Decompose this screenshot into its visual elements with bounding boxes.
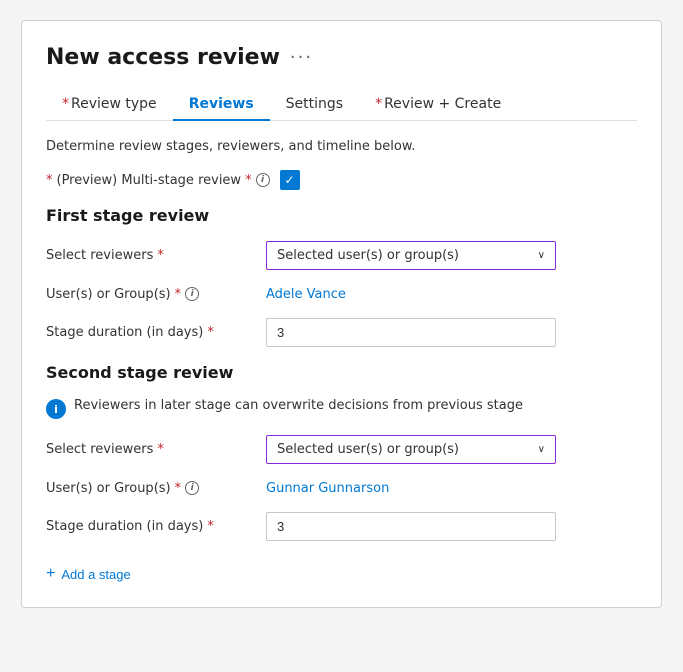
second-stage-select-reviewers-star: * bbox=[157, 442, 164, 457]
multi-stage-asterisk: * bbox=[245, 173, 252, 188]
first-stage-duration-label: Stage duration (in days) * bbox=[46, 325, 266, 340]
multi-stage-star: * bbox=[46, 173, 53, 188]
second-stage-users-groups-info-icon[interactable]: i bbox=[185, 481, 199, 495]
second-stage-select-reviewers-control: Selected user(s) or group(s) ∨ bbox=[266, 435, 637, 464]
second-stage-duration-input[interactable] bbox=[266, 512, 556, 541]
multi-stage-label: * (Preview) Multi-stage review * i bbox=[46, 173, 270, 188]
tabs-nav: *Review type Reviews Settings *Review + … bbox=[46, 88, 637, 121]
subtitle-text: Determine review stages, reviewers, and … bbox=[46, 139, 637, 154]
tab-review-type[interactable]: *Review type bbox=[46, 88, 173, 120]
page-title: New access review bbox=[46, 45, 280, 70]
first-stage-users-groups-row: User(s) or Group(s) * i Adele Vance bbox=[46, 286, 637, 302]
multi-stage-checkbox[interactable] bbox=[280, 170, 300, 190]
second-stage-reviewers-dropdown[interactable]: Selected user(s) or group(s) ∨ bbox=[266, 435, 556, 464]
tab-reviews[interactable]: Reviews bbox=[173, 88, 270, 120]
first-stage-select-reviewers-label: Select reviewers * bbox=[46, 248, 266, 263]
first-stage-duration-input[interactable] bbox=[266, 318, 556, 347]
first-stage-select-reviewers-star: * bbox=[157, 248, 164, 263]
first-stage-select-reviewers-control: Selected user(s) or group(s) ∨ bbox=[266, 241, 637, 270]
first-stage-reviewers-dropdown[interactable]: Selected user(s) or group(s) ∨ bbox=[266, 241, 556, 270]
second-stage-duration-label: Stage duration (in days) * bbox=[46, 519, 266, 534]
second-stage-info-banner: i Reviewers in later stage can overwrite… bbox=[46, 398, 637, 419]
second-stage-duration-star: * bbox=[207, 519, 214, 534]
first-stage-duration-control bbox=[266, 318, 637, 347]
second-stage-select-reviewers-row: Select reviewers * Selected user(s) or g… bbox=[46, 435, 637, 464]
first-stage-duration-star: * bbox=[207, 325, 214, 340]
add-stage-button[interactable]: + Add a stage bbox=[46, 565, 131, 583]
title-row: New access review ··· bbox=[46, 45, 637, 70]
second-stage-users-groups-row: User(s) or Group(s) * i Gunnar Gunnarson bbox=[46, 480, 637, 496]
first-stage-select-reviewers-row: Select reviewers * Selected user(s) or g… bbox=[46, 241, 637, 270]
first-stage-dropdown-arrow-icon: ∨ bbox=[538, 250, 545, 261]
multi-stage-info-icon[interactable]: i bbox=[256, 173, 270, 187]
first-stage-users-groups-label: User(s) or Group(s) * i bbox=[46, 287, 266, 302]
second-stage-duration-row: Stage duration (in days) * bbox=[46, 512, 637, 541]
first-stage-user-link[interactable]: Adele Vance bbox=[266, 287, 346, 302]
second-stage-duration-control bbox=[266, 512, 637, 541]
second-stage-heading: Second stage review bbox=[46, 363, 637, 382]
second-stage-section: Second stage review i Reviewers in later… bbox=[46, 363, 637, 541]
first-stage-section: First stage review Select reviewers * Se… bbox=[46, 206, 637, 347]
tab-review-create-star: * bbox=[375, 96, 382, 112]
second-stage-dropdown-arrow-icon: ∨ bbox=[538, 444, 545, 455]
second-stage-info-circle-icon: i bbox=[46, 399, 66, 419]
first-stage-users-groups-info-icon[interactable]: i bbox=[185, 287, 199, 301]
first-stage-heading: First stage review bbox=[46, 206, 637, 225]
main-card: New access review ··· *Review type Revie… bbox=[21, 20, 662, 608]
multi-stage-row: * (Preview) Multi-stage review * i bbox=[46, 170, 637, 190]
second-stage-users-groups-control: Gunnar Gunnarson bbox=[266, 480, 637, 496]
tab-review-type-star: * bbox=[62, 96, 69, 112]
tab-review-create[interactable]: *Review + Create bbox=[359, 88, 517, 120]
second-stage-users-groups-label: User(s) or Group(s) * i bbox=[46, 481, 266, 496]
second-stage-users-groups-star: * bbox=[175, 481, 182, 496]
first-stage-users-groups-star: * bbox=[175, 287, 182, 302]
add-stage-label: Add a stage bbox=[61, 567, 130, 582]
first-stage-duration-row: Stage duration (in days) * bbox=[46, 318, 637, 347]
first-stage-users-groups-control: Adele Vance bbox=[266, 286, 637, 302]
more-options-icon[interactable]: ··· bbox=[290, 47, 313, 68]
second-stage-select-reviewers-label: Select reviewers * bbox=[46, 442, 266, 457]
plus-icon: + bbox=[46, 565, 55, 583]
second-stage-user-link[interactable]: Gunnar Gunnarson bbox=[266, 481, 389, 496]
tab-settings[interactable]: Settings bbox=[270, 88, 359, 120]
